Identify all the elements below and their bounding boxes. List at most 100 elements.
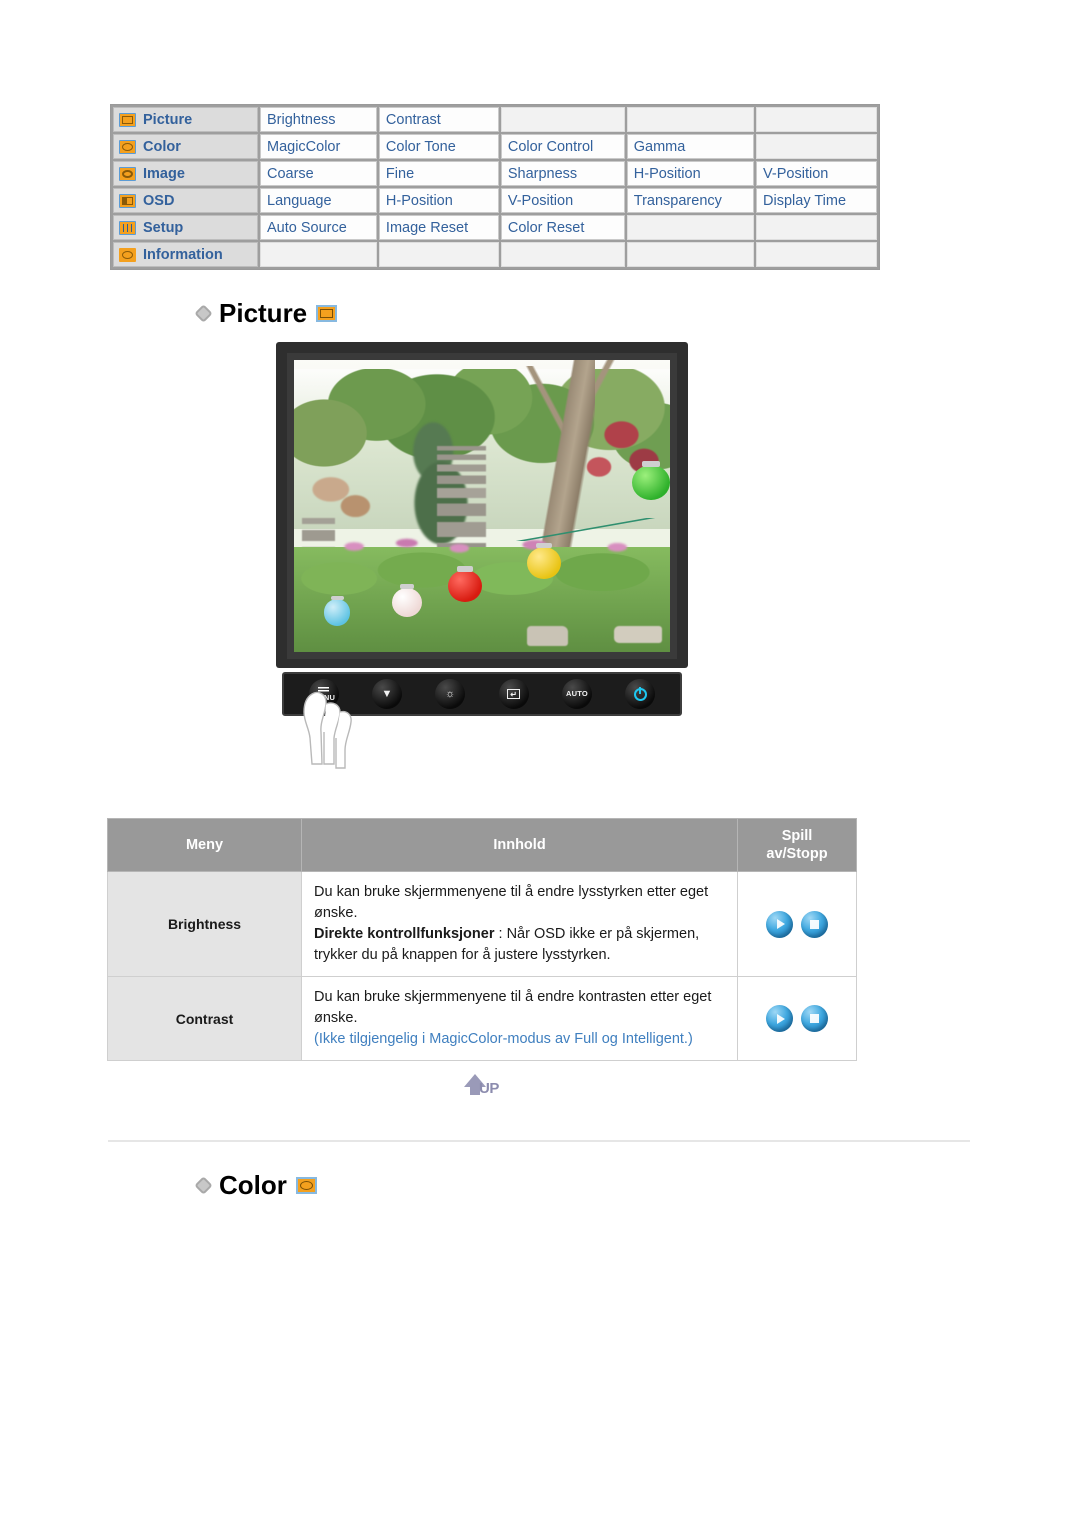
nav-menu-osd[interactable]: OSD — [113, 188, 258, 213]
nav-item-v-position[interactable]: V-Position — [756, 161, 877, 186]
section-heading-picture: Picture — [194, 298, 338, 329]
nav-item-h-position[interactable]: H-Position — [626, 161, 755, 186]
nav-menu-label: Picture — [143, 111, 193, 128]
nav-menu-label: Image — [143, 165, 185, 182]
green-lantern — [632, 460, 670, 501]
down-arrow-icon: ▼ — [381, 687, 393, 700]
row-description-brightness: Du kan bruke skjermmenyene til å endre l… — [301, 871, 738, 978]
information-icon — [119, 247, 136, 262]
stop-icon — [810, 919, 820, 929]
description-bold-label: Direkte kontrollfunksjoner — [314, 926, 495, 943]
nav-item-coarse[interactable]: Coarse — [260, 161, 377, 186]
nav-item-sharpness[interactable]: Sharpness — [500, 161, 625, 186]
section-heading-color: Color — [194, 1170, 317, 1201]
nav-item-empty — [378, 242, 499, 267]
nav-item-empty — [756, 107, 877, 132]
row-label-brightness: Brightness — [107, 871, 302, 978]
nav-item-language[interactable]: Language — [260, 188, 377, 213]
nav-item-color-tone[interactable]: Color Tone — [378, 134, 499, 159]
color-icon — [119, 139, 136, 154]
picture-icon — [119, 112, 136, 127]
column-header-innhold: Innhold — [301, 817, 738, 873]
description-line-1: Du kan bruke skjermmenyene til å endre k… — [314, 989, 712, 1027]
nav-menu-picture[interactable]: Picture — [113, 107, 258, 132]
page-title: Picture — [219, 298, 308, 328]
play-button[interactable] — [765, 1005, 793, 1033]
monitor-illustration — [276, 342, 688, 668]
content-table-head: Meny Innhold Spill av/Stopp — [107, 817, 857, 873]
nav-item-empty — [756, 215, 877, 240]
power-icon — [633, 687, 647, 701]
column-header-spill: Spill av/Stopp — [737, 817, 857, 873]
nav-item-color-control[interactable]: Color Control — [500, 134, 625, 159]
up-button[interactable]: UP — [460, 1072, 518, 1102]
monitor-screen — [294, 360, 670, 652]
stop-button[interactable] — [801, 910, 829, 938]
enter-icon: ↵ — [507, 689, 521, 699]
white-lantern — [391, 584, 422, 617]
nav-item-fine[interactable]: Fine — [378, 161, 499, 186]
monitor-body — [276, 342, 688, 668]
nav-item-transparency[interactable]: Transparency — [626, 188, 755, 213]
nav-menu-image[interactable]: Image — [113, 161, 258, 186]
nav-item-empty — [500, 107, 625, 132]
nav-item-empty — [260, 242, 377, 267]
nav-item-empty — [626, 107, 755, 132]
nav-item-h-position[interactable]: H-Position — [378, 188, 499, 213]
table-row: OSD Language H-Position V-Position Trans… — [113, 188, 877, 213]
table-row: Contrast Du kan bruke skjermmenyene til … — [107, 976, 857, 1062]
nav-item-magiccolor[interactable]: MagicColor — [260, 134, 377, 159]
auto-button-label: AUTO — [566, 689, 588, 699]
nav-item-display-time[interactable]: Display Time — [756, 188, 877, 213]
menu-button-label: MENU — [312, 692, 336, 702]
nav-menu-label: Information — [143, 246, 223, 263]
nav-item-image-reset[interactable]: Image Reset — [378, 215, 499, 240]
play-button[interactable] — [765, 910, 793, 938]
brightness-button[interactable]: ☼ — [435, 679, 466, 709]
table-row: Image Coarse Fine Sharpness H-Position V… — [113, 161, 877, 186]
nav-item-empty — [626, 215, 755, 240]
stop-icon — [810, 1014, 820, 1024]
picture-icon — [316, 305, 338, 322]
down-button[interactable]: ▼ — [371, 679, 402, 709]
nav-item-auto-source[interactable]: Auto Source — [260, 215, 377, 240]
table-header-row: Meny Innhold Spill av/Stopp — [107, 817, 857, 873]
menu-button[interactable]: MENU — [308, 679, 339, 709]
row-label-contrast: Contrast — [107, 976, 302, 1062]
nav-menu-label: OSD — [143, 192, 175, 209]
nav-menu-label: Setup — [143, 219, 184, 236]
yellow-lantern — [527, 543, 561, 579]
column-header-spill-line2: av/Stopp — [766, 846, 828, 863]
lantern-wire — [500, 517, 670, 542]
nav-menu-color[interactable]: Color — [113, 134, 258, 159]
nav-menu-information[interactable]: Information — [113, 242, 258, 267]
monitor-bezel — [287, 353, 677, 659]
nav-item-empty — [756, 242, 877, 267]
stone-block — [613, 625, 663, 644]
nav-item-v-position[interactable]: V-Position — [500, 188, 625, 213]
nav-table-body: Picture Brightness Contrast Color MagicC… — [113, 107, 877, 267]
color-icon — [295, 1177, 317, 1194]
nav-item-empty — [756, 134, 877, 159]
menu-description-table: Meny Innhold Spill av/Stopp Brightness D… — [107, 817, 857, 1062]
nav-item-contrast[interactable]: Contrast — [378, 107, 499, 132]
stop-button[interactable] — [801, 1005, 829, 1033]
nav-item-color-reset[interactable]: Color Reset — [500, 215, 625, 240]
bullet-diamond-icon — [194, 304, 213, 323]
nav-item-brightness[interactable]: Brightness — [260, 107, 377, 132]
image-icon — [119, 166, 136, 181]
play-icon — [776, 1013, 785, 1024]
stone-block — [527, 625, 569, 647]
enter-button[interactable]: ↵ — [498, 679, 529, 709]
nav-item-empty — [626, 242, 755, 267]
nav-menu-setup[interactable]: Setup — [113, 215, 258, 240]
description-note: (Ikke tilgjengelig i MagicColor-modus av… — [314, 1031, 693, 1048]
column-header-spill-line1: Spill — [781, 828, 813, 844]
power-button[interactable] — [625, 679, 656, 709]
column-header-meny: Meny — [107, 817, 302, 873]
auto-button[interactable]: AUTO — [561, 679, 592, 709]
nav-item-empty — [500, 242, 625, 267]
row-controls-contrast — [737, 976, 857, 1062]
nav-item-gamma[interactable]: Gamma — [626, 134, 755, 159]
description-line-1: Du kan bruke skjermmenyene til å endre l… — [314, 884, 709, 922]
